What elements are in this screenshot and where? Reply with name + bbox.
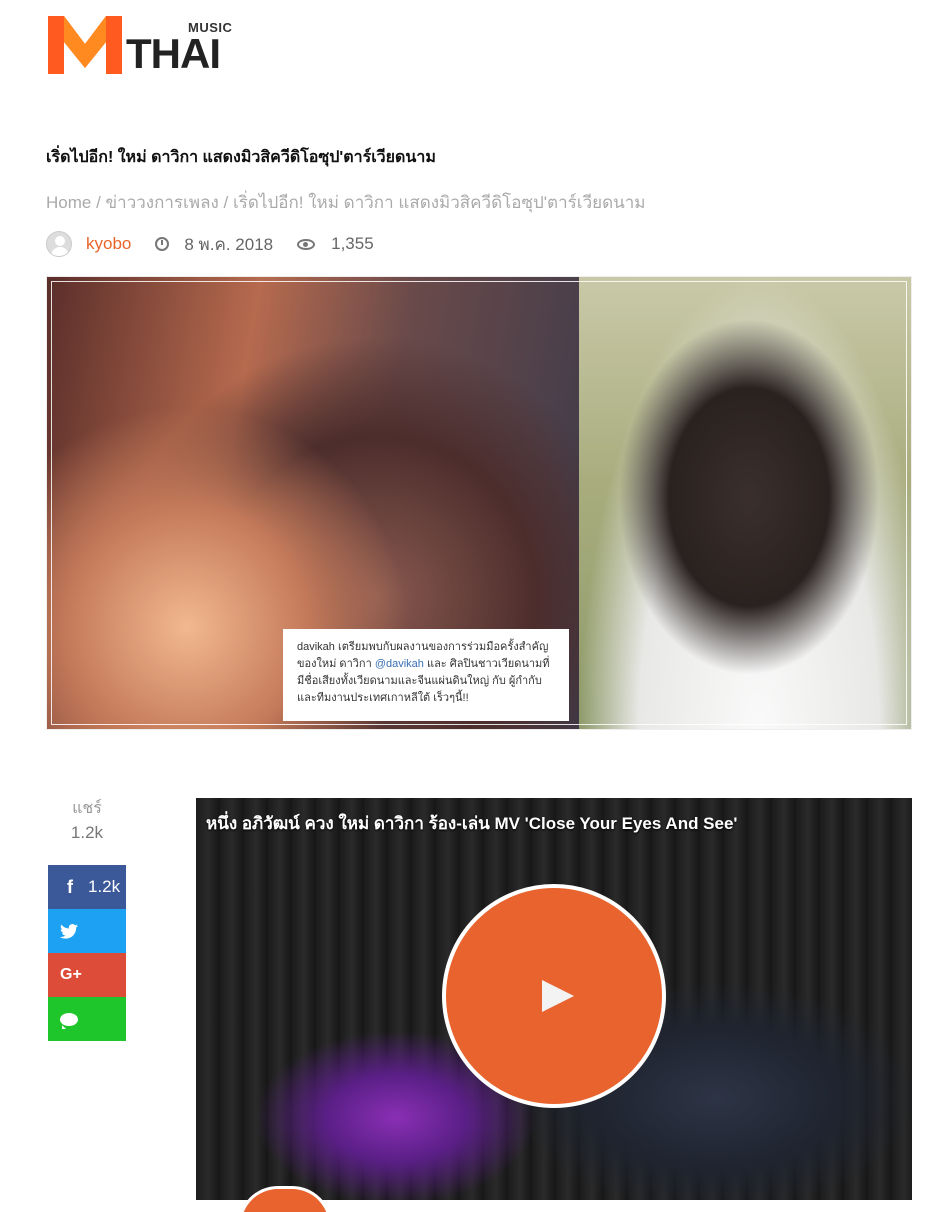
share-count: 1.2k xyxy=(70,823,104,842)
instagram-caption: davikah เตรียมพบกับผลงานของการร่วมมือครั… xyxy=(283,629,569,721)
breadcrumb-current: เริ่ดไปอีก! ใหม่ ดาวิกา แสดงมิวสิควีดิโอ… xyxy=(232,193,646,212)
breadcrumb-home[interactable]: Home xyxy=(46,193,91,212)
breadcrumb-separator: / xyxy=(91,193,106,212)
comment-icon xyxy=(60,1012,78,1029)
author-avatar[interactable] xyxy=(46,231,72,257)
facebook-share-count: 1.2k xyxy=(88,877,121,896)
hero-image-right-panel xyxy=(579,277,911,729)
author-link[interactable]: kyobo xyxy=(86,234,131,254)
breadcrumb-category[interactable]: ข่าววงการเพลง xyxy=(106,193,219,212)
breadcrumb-separator: / xyxy=(218,193,233,212)
google-plus-icon: G+ xyxy=(60,966,82,983)
clock-icon xyxy=(155,237,170,251)
video-player[interactable]: หนึ่ง อภิวัฒน์ ควง ใหม่ ดาวิกา ร้อง-เล่น… xyxy=(196,798,912,1200)
eye-icon xyxy=(297,238,316,250)
video-title[interactable]: หนึ่ง อภิวัฒน์ ควง ใหม่ ดาวิกา ร้อง-เล่น… xyxy=(206,810,737,837)
comment-button[interactable] xyxy=(48,997,126,1041)
caption-handle: davikah xyxy=(297,641,335,653)
view-count: 1,355 xyxy=(331,234,374,253)
play-button[interactable] xyxy=(442,884,666,1108)
share-sidebar: แชร์ 1.2k f 1.2k G+ xyxy=(48,796,126,1041)
breadcrumb: Home / ข่าววงการเพลง / เริ่ดไปอีก! ใหม่ … xyxy=(46,189,646,216)
facebook-share-button[interactable]: f 1.2k xyxy=(48,865,126,909)
google-plus-share-button[interactable]: G+ xyxy=(48,953,126,997)
play-icon xyxy=(542,980,574,1012)
logo-thai-text: THAI xyxy=(126,30,221,77)
hero-image: davikah เตรียมพบกับผลงานของการร่วมมือครั… xyxy=(46,276,912,730)
facebook-icon: f xyxy=(67,876,73,897)
article-meta: kyobo 8 พ.ค. 2018 1,355 xyxy=(46,229,374,259)
twitter-share-button[interactable] xyxy=(48,909,126,953)
logo-m-icon xyxy=(48,16,122,74)
twitter-icon xyxy=(60,923,78,939)
caption-tag: @davikah xyxy=(374,658,424,670)
article-title: เริ่ดไปอีก! ใหม่ ดาวิกา แสดงมิวสิควีดิโอ… xyxy=(46,149,436,166)
site-logo[interactable]: MUSIC THAI xyxy=(48,16,238,76)
share-label: แชร์ xyxy=(72,800,102,817)
publish-date: 8 พ.ค. 2018 xyxy=(184,234,274,254)
